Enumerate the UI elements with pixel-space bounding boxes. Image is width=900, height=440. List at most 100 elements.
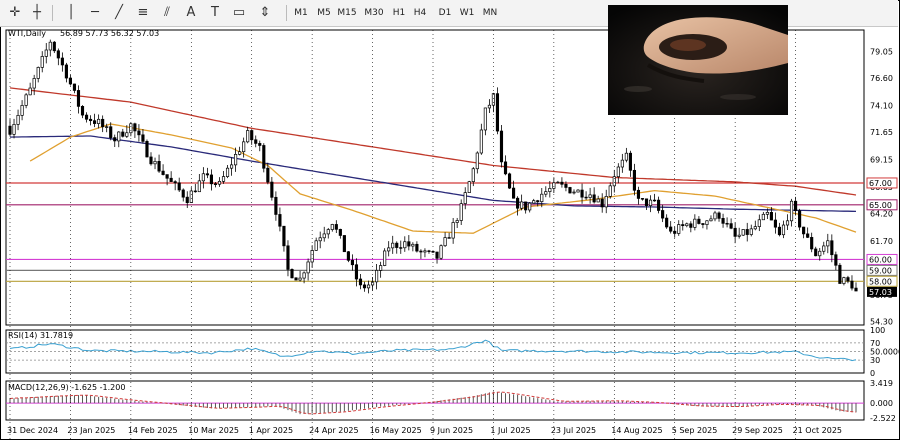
- timeframe-m15[interactable]: M15: [337, 5, 357, 21]
- candle-body: [802, 226, 806, 235]
- candle-body: [153, 161, 157, 165]
- candle-body: [262, 145, 266, 169]
- candle-body: [733, 227, 737, 237]
- candle-body: [32, 78, 36, 89]
- timeframe-m5[interactable]: M5: [314, 5, 334, 21]
- date-tick-label: 1 Jul 2025: [490, 426, 530, 435]
- candle-body: [435, 251, 439, 259]
- text-box-icon[interactable]: T: [206, 4, 224, 22]
- candle-body: [89, 118, 93, 122]
- channel-icon[interactable]: ⫽: [158, 4, 176, 22]
- vertical-line-icon[interactable]: │: [62, 4, 80, 22]
- date-tick-label: 16 May 2025: [370, 426, 422, 435]
- candle-body: [161, 170, 165, 175]
- candle-body: [850, 280, 854, 289]
- candle-body: [338, 228, 342, 236]
- candle-body: [717, 212, 721, 219]
- candle-body: [411, 243, 415, 247]
- candle-body: [540, 193, 544, 202]
- candle-body: [483, 107, 487, 131]
- date-tick-label: 23 Jan 2025: [67, 426, 115, 435]
- candle-body: [318, 237, 322, 242]
- candle-body: [661, 210, 665, 219]
- time-axis: 31 Dec 2024 23 Jan 2025 14 Feb 2025 10 Mar …: [7, 426, 842, 435]
- candle-body: [109, 126, 113, 138]
- trendline-icon[interactable]: ╱: [110, 4, 128, 22]
- candle-body: [588, 194, 592, 198]
- candle-body: [624, 152, 628, 161]
- text-label-icon[interactable]: A: [182, 4, 200, 22]
- candle-body: [818, 250, 822, 257]
- candle-body: [503, 161, 508, 175]
- candle-body: [725, 222, 729, 225]
- candle-body: [427, 250, 431, 252]
- candle-body: [798, 210, 802, 228]
- candle-body: [213, 183, 218, 185]
- candle-body: [76, 90, 81, 107]
- timeframe-d1[interactable]: D1: [435, 5, 455, 21]
- candle-body: [149, 156, 153, 165]
- candle-body: [507, 173, 512, 189]
- candle-body: [532, 200, 536, 204]
- candle-body: [358, 278, 363, 286]
- candle-body: [487, 104, 491, 109]
- candle-body: [84, 114, 89, 120]
- candle-body: [93, 120, 97, 124]
- candle-body: [379, 265, 383, 271]
- candle-body: [346, 251, 350, 261]
- arrows-icon[interactable]: ⇕: [256, 4, 274, 22]
- candle-body: [419, 250, 423, 253]
- date-tick-label: 29 Sep 2025: [732, 426, 783, 435]
- candle-body: [201, 173, 205, 182]
- rsi-tick-label: 30: [870, 356, 880, 365]
- candle-body: [375, 270, 379, 283]
- candle-body: [773, 219, 777, 228]
- candle-body: [520, 201, 524, 209]
- candle-body: [157, 161, 161, 172]
- candle-body: [403, 241, 407, 249]
- timeframe-m30[interactable]: M30: [364, 5, 384, 21]
- current-price-label: 57.03: [869, 288, 892, 297]
- candle-body: [330, 224, 334, 230]
- candle-body: [185, 196, 189, 204]
- candle-body: [234, 153, 238, 166]
- timeframe-h1[interactable]: H1: [389, 5, 409, 21]
- rectangle-icon[interactable]: ▭: [230, 4, 248, 22]
- candle-body: [854, 287, 858, 292]
- macd-tick-label: 3.419: [870, 379, 893, 388]
- candle-body: [657, 199, 661, 211]
- candle-body: [254, 139, 258, 144]
- crosshair-icon[interactable]: ✛: [6, 4, 24, 22]
- candle-body: [97, 118, 101, 124]
- candle-body: [48, 41, 52, 51]
- timeframe-mn[interactable]: MN: [480, 5, 500, 21]
- candle-body: [326, 229, 330, 235]
- candle-body: [777, 226, 782, 236]
- timeframe-w1[interactable]: W1: [457, 5, 477, 21]
- candle-body: [431, 251, 435, 253]
- horizontal-line-icon[interactable]: ─: [86, 4, 104, 22]
- candle-body: [290, 269, 294, 279]
- fibonacci-icon[interactable]: ≡: [134, 4, 152, 22]
- macd-panel: 3.419 0.000 -2.522: [5, 379, 896, 423]
- cursor-crosshair-icon[interactable]: ┼: [28, 4, 46, 22]
- timeframe-h4[interactable]: H4: [410, 5, 430, 21]
- timeframe-m1[interactable]: M1: [291, 5, 311, 21]
- candle-body: [238, 151, 242, 155]
- candle-body: [64, 64, 68, 79]
- ohlc-header: 56.89 57.73 56.32 57.03: [60, 29, 159, 38]
- candle-body: [685, 223, 689, 227]
- candle-body: [709, 218, 713, 222]
- candle-body: [495, 93, 500, 132]
- candle-body: [455, 220, 459, 223]
- date-tick-label: 21 Oct 2025: [793, 426, 842, 435]
- price-tick-label: 69.15: [870, 155, 893, 164]
- candle-body: [193, 190, 197, 193]
- candle-body: [838, 264, 842, 284]
- candle-body: [205, 173, 209, 176]
- candle-body: [781, 224, 786, 236]
- candle-body: [137, 130, 141, 136]
- candle-body: [729, 223, 733, 229]
- candle-body: [665, 217, 669, 228]
- candle-body: [499, 130, 504, 163]
